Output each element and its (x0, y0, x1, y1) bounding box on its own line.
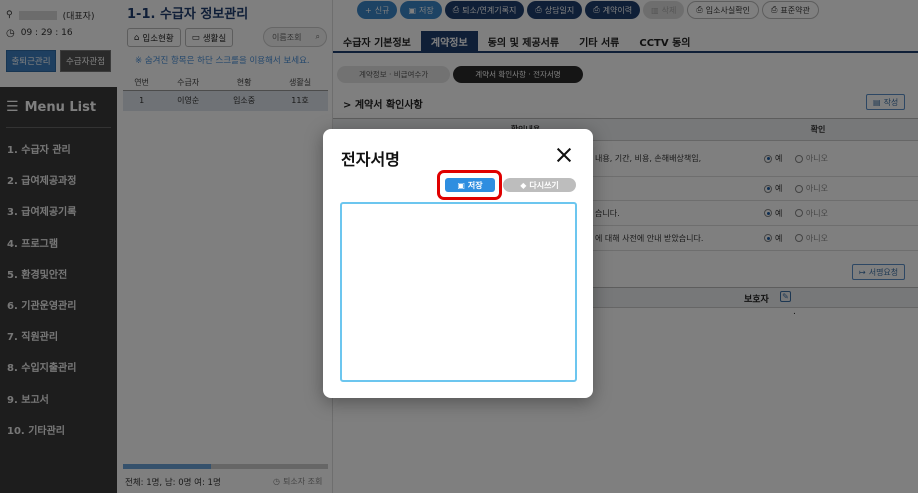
signature-canvas[interactable] (340, 202, 577, 382)
save-icon: ▣ (457, 180, 465, 190)
signature-modal: 전자서명 ▣ 저장 ◆ 다시쓰기 (323, 129, 593, 398)
signature-save-label: 저장 (467, 180, 483, 190)
close-icon[interactable] (556, 147, 572, 163)
signature-rewrite-label: 다시쓰기 (529, 180, 559, 190)
signature-save-button[interactable]: ▣ 저장 (445, 178, 495, 192)
modal-title: 전자서명 (341, 150, 400, 169)
signature-rewrite-button[interactable]: ◆ 다시쓰기 (503, 178, 576, 192)
eraser-icon: ◆ (520, 180, 527, 190)
